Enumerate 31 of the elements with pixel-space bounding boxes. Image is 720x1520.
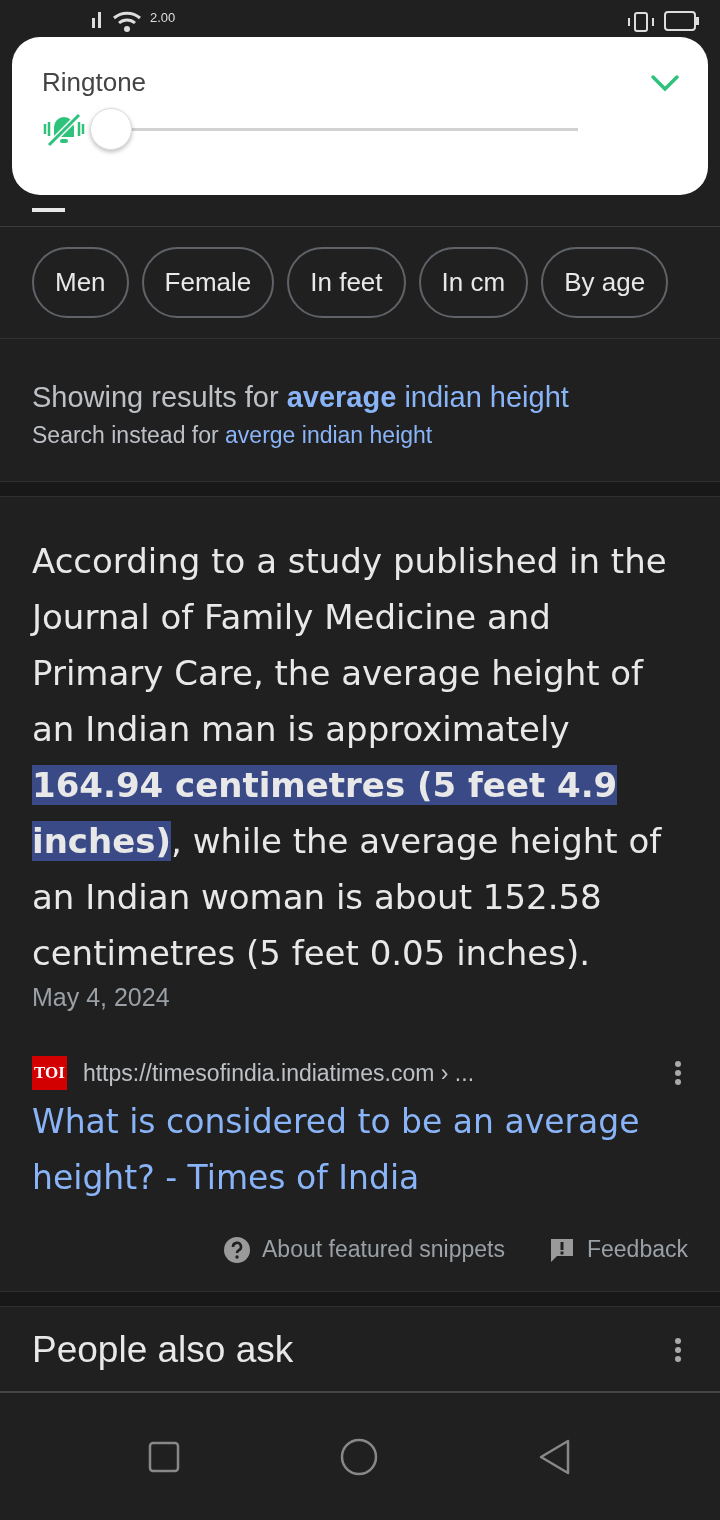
- wifi-icon: [112, 10, 142, 32]
- volume-title: Ringtone: [42, 67, 147, 98]
- filter-chip[interactable]: In cm: [418, 247, 529, 318]
- source-url: https://timesofindia.indiatimes.com › ...: [82, 1059, 475, 1087]
- filter-chip[interactable]: In feet: [287, 247, 406, 318]
- slider-thumb[interactable]: [90, 108, 132, 150]
- filter-chip[interactable]: Female: [141, 247, 275, 318]
- more-icon[interactable]: [674, 1337, 682, 1363]
- site-logo: TOI: [32, 1056, 67, 1090]
- vibrate-icon: [626, 10, 656, 32]
- result-title-link[interactable]: What is considered to be an average height? - Times of India: [32, 1094, 688, 1206]
- section-heading: People also ask: [32, 1329, 294, 1371]
- search-instead-text: Search instead for averge indian height: [32, 421, 434, 450]
- about-snippets-button[interactable]: About featured snippets: [224, 1236, 505, 1263]
- network-speed: 2.00: [150, 10, 176, 25]
- showing-results-text: Showing results for average indian height: [32, 380, 570, 415]
- snippet-date: May 4, 2024: [32, 983, 171, 1012]
- feedback-icon: [549, 1236, 575, 1263]
- recents-icon[interactable]: [148, 1440, 180, 1473]
- feedback-button[interactable]: Feedback: [549, 1236, 688, 1263]
- signal-icon: [90, 10, 104, 28]
- original-query-link[interactable]: averge indian height: [225, 422, 433, 448]
- filter-chip[interactable]: Men: [32, 247, 129, 318]
- corrected-query-link[interactable]: average indian height: [286, 381, 569, 413]
- filter-chip[interactable]: By age: [541, 247, 669, 318]
- more-icon[interactable]: [674, 1060, 682, 1086]
- battery-icon: [664, 10, 700, 32]
- back-icon[interactable]: [538, 1438, 572, 1475]
- help-icon: [224, 1236, 251, 1263]
- answer-paragraph: According to a study published in the Journal of Family Medicine and Primary Care, the average height of an Indian man is approximately 164.94 centimetres (5 feet 4.9 inches), while the average height of an Indian woman is about 152.58 centimetres (5 feet 0.05 inches).: [32, 540, 668, 975]
- home-icon[interactable]: [340, 1437, 378, 1476]
